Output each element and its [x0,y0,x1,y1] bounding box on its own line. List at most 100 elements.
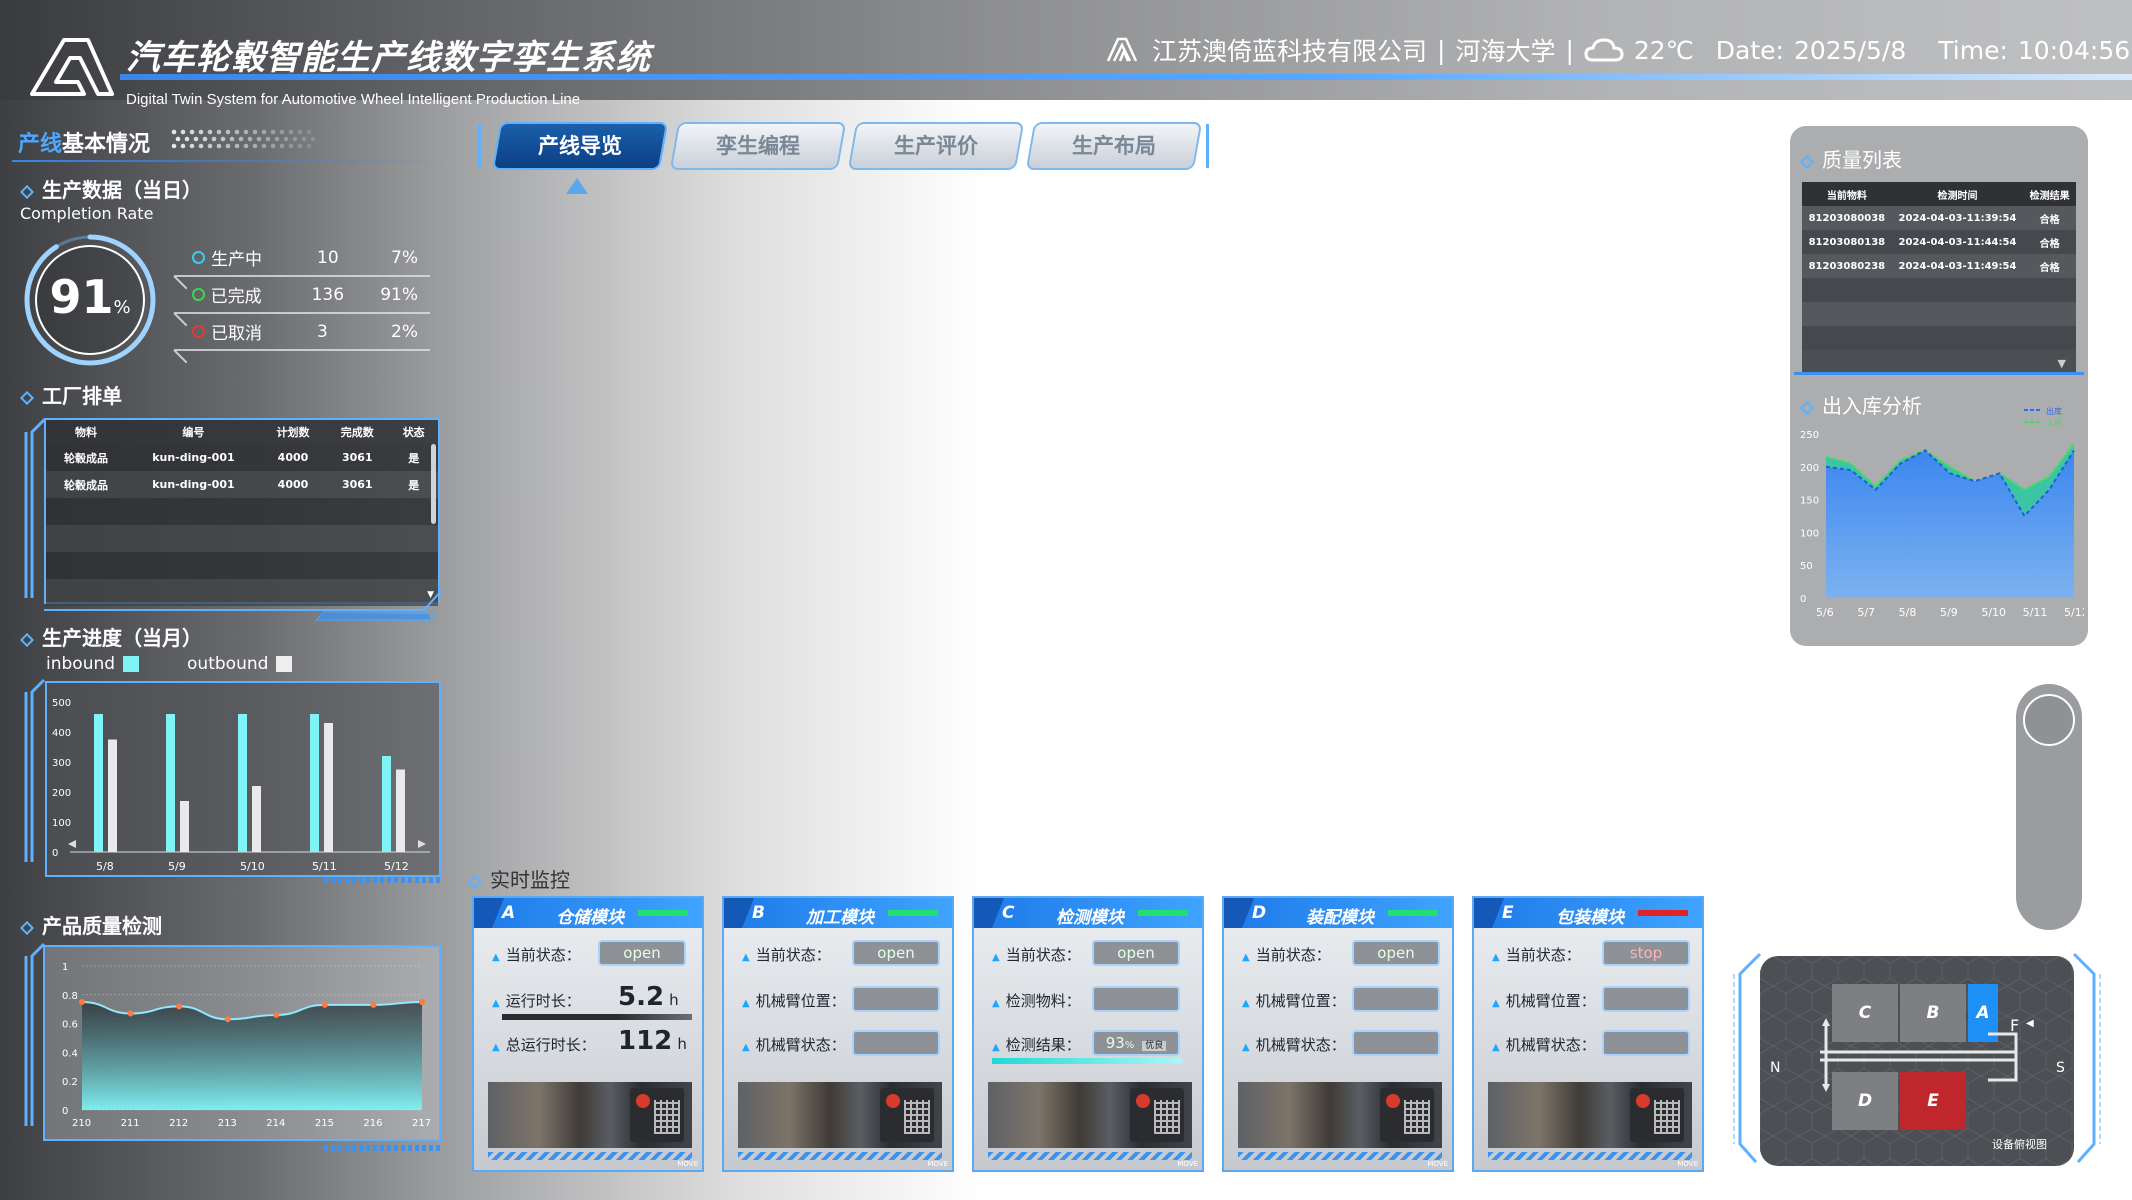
dot [243,143,249,149]
triangle-icon: ▲ [1492,998,1500,1009]
y-tick-label: 150 [1800,496,1819,507]
company-name: 江苏澳倚蓝科技有限公司 [1152,37,1428,66]
camera-feed[interactable] [738,1082,942,1148]
camera-feed[interactable] [1238,1082,1442,1148]
page-title: 汽车轮毂智能生产线数字孪生系统 [126,38,651,78]
dot [252,129,258,135]
quality-list-cell: 81203080238 [1808,260,1886,272]
data-point [370,1001,377,1008]
production-stat-row: 已取消 3 2% [173,314,430,364]
completion-rate-label: Completion Rate [20,204,154,223]
table-row[interactable]: 81203080138 2024-04-03-11:44:54 合格 [1802,230,2076,254]
camera-feed[interactable] [488,1082,692,1148]
x-tick-label: 217 [412,1118,431,1129]
header-accent [1224,898,1254,928]
quality-list-cell: 合格 [2039,214,2060,226]
arrow-left-icon: ◀ [2026,1018,2034,1029]
module-card-header: B 加工模块 [724,898,952,928]
y-tick-label: 500 [52,698,71,709]
module-card-e[interactable]: E 包装模块 ▲ 当前状态： stop ▲ 机械臂位置： ▲ 机械臂状态： MOVE [1472,896,1704,1172]
table-row[interactable] [1802,326,2076,350]
separator: | [1565,35,1574,65]
y-tick-label: 0 [1800,594,1806,605]
module-card-b[interactable]: B 加工模块 ▲ 当前状态： open ▲ 机械臂位置： ▲ 机械臂状态： MOVE [722,896,954,1172]
data-point [419,999,425,1005]
header-accent [724,898,754,928]
production-stat-row: 生产中 10 7% [173,240,430,290]
module-field-label: ▲ 总运行时长： [492,1036,596,1054]
y-tick-label: 100 [52,818,71,829]
table-row[interactable]: 81203080238 2024-04-03-11:49:54 合格 [1802,254,2076,278]
x-tick-label: 211 [121,1118,140,1129]
triangle-icon: ▲ [492,1042,500,1053]
x-tick-label: 215 [315,1118,334,1129]
active-tab-indicator-icon [566,178,588,194]
dot [207,143,213,149]
dot [234,129,240,135]
tab-4[interactable]: 生产布局 [1025,122,1203,170]
dot [279,129,285,135]
table-row[interactable] [1802,302,2076,326]
stat-count: 3 [317,321,328,342]
quality-list-cell: 2024-04-03-11:49:54 [1898,260,2017,272]
module-value-field: open [598,940,686,966]
dot [265,136,271,142]
x-tick-label: 5/7 [1857,606,1875,619]
frame-decoration [24,678,46,862]
module-name: 加工模块 [806,908,874,928]
module-letter: E [1502,903,1514,923]
triangle-icon: ▲ [992,1042,1000,1053]
tab-1[interactable]: 产线导览 [491,122,669,170]
dot [297,129,303,135]
module-field-label: ▲ 机械臂位置： [742,992,846,1010]
separator: | [1437,35,1446,65]
runtime-progress-bar [502,1014,692,1020]
app-logo-icon [30,38,114,96]
triangle-icon: ▲ [1492,1042,1500,1053]
dot [216,143,222,149]
card-footer-stripes [1488,1152,1692,1160]
dot [198,129,204,135]
module-card-c[interactable]: C 检测模块 ▲ 当前状态： open ▲ 检测物料： ▲ 检测结果： 93% 优良 MOVE [972,896,1204,1172]
emergency-stop-icon [1636,1094,1650,1108]
dot [238,136,244,142]
table-row[interactable] [1802,278,2076,302]
stat-percent: 2% [391,321,418,342]
triangle-icon: ▲ [742,1042,750,1053]
tab-3[interactable]: 生产评价 [847,122,1025,170]
bar-outbound [108,739,117,852]
module-value-field: open [1352,940,1440,966]
module-value-field [1602,1030,1690,1056]
module-field-label: ▲ 当前状态： [1492,946,1581,964]
dot [288,129,294,135]
triangle-icon: ▲ [1242,1042,1250,1053]
module-card-a[interactable]: A 仓储模块 ▲ 当前状态： open ▲ 运行时长： 5.2 h ▲ 总运行时长： 112 h MO… [472,896,704,1172]
emergency-stop-icon [1386,1094,1400,1108]
time-label: Time: [1938,35,2008,65]
progress-legend: inbound outbound [46,654,293,674]
camera-feed[interactable] [1488,1082,1692,1148]
dot [211,136,217,142]
y-tick-label: 0.6 [62,1020,78,1031]
quality-list-cell: 合格 [2039,238,2060,250]
tab-2[interactable]: 孪生编程 [669,122,847,170]
data-point [127,1010,134,1017]
view-slider-track[interactable] [2016,684,2082,930]
camera-feed[interactable] [988,1082,1192,1148]
view-slider-knob[interactable] [2023,694,2075,746]
module-value-field [1092,986,1180,1012]
bar-inbound [94,714,103,852]
diamond-icon [1799,154,1815,170]
quality-list-scroll-icon[interactable]: ▼ [2058,357,2066,370]
module-value-field: open [852,940,940,966]
dot [243,129,249,135]
module-letter: A [502,903,516,923]
control-panel-image [1130,1088,1184,1142]
dot [202,136,208,142]
tab-divider-right [1206,124,1209,168]
dot [171,129,177,135]
triangle-icon: ▲ [1242,952,1250,963]
dot [229,136,235,142]
module-card-d[interactable]: D 装配模块 ▲ 当前状态： open ▲ 机械臂位置： ▲ 机械臂状态： MOVE [1222,896,1454,1172]
table-row[interactable]: 81203080038 2024-04-03-11:39:54 合格 [1802,206,2076,230]
